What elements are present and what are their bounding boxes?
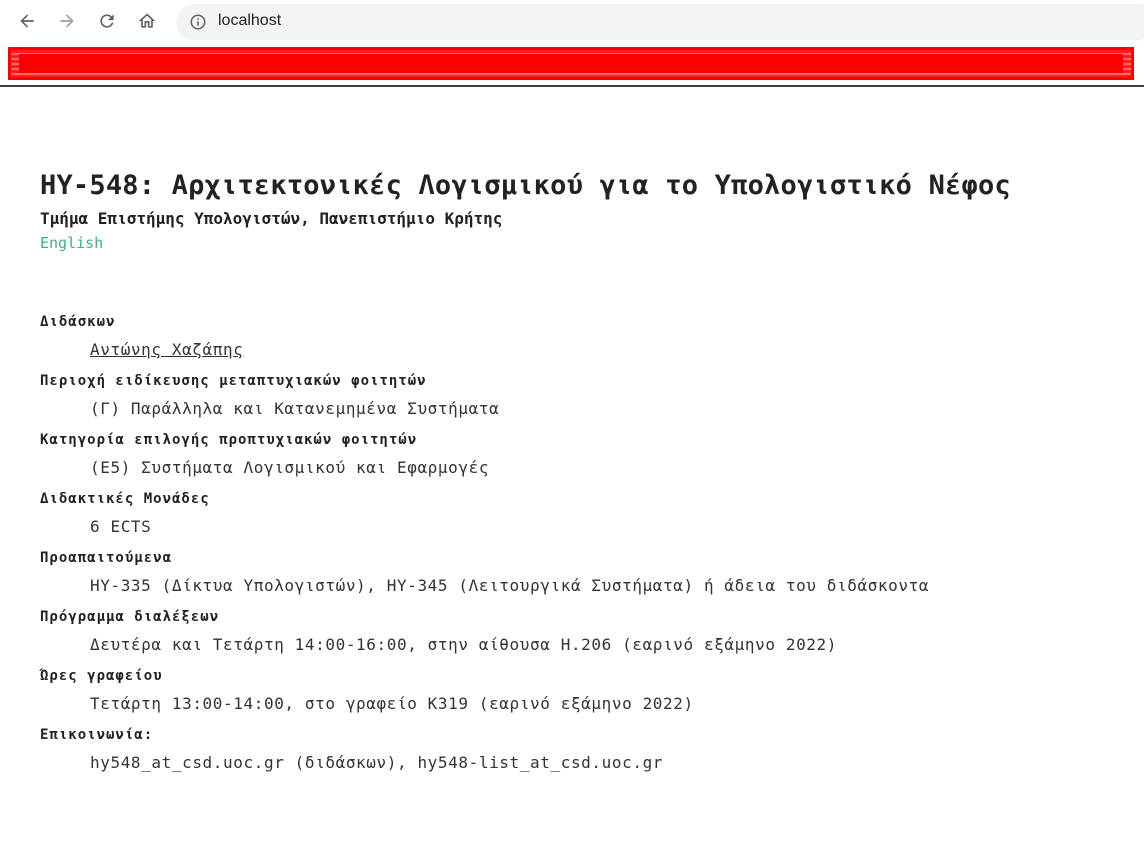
forward-button[interactable]: [54, 8, 80, 34]
prerequisites-label: Προαπαιτούμενα: [40, 550, 173, 566]
chrome-divider: [0, 85, 1144, 87]
reload-icon: [100, 14, 114, 28]
credits-value: 6 ECTS: [90, 517, 152, 536]
department-subtitle: Τμήμα Επιστήμης Υπολογιστών, Πανεπιστήμι…: [40, 209, 503, 228]
page-title: HY-548: Αρχιτεκτονικές Λογισμικού για το…: [40, 170, 1011, 201]
undergraduate-category-value: (Ε5) Συστήματα Λογισμικού και Εφαρμογές: [90, 458, 490, 477]
home-button[interactable]: [134, 8, 160, 34]
page-content: HY-548: Αρχιτεκτονικές Λογισμικού για το…: [40, 170, 1140, 776]
undergraduate-category-label: Κατηγορία επιλογής προπτυχιακών φοιτητών: [40, 432, 418, 448]
info-icon[interactable]: [189, 13, 207, 31]
lecture-schedule-label: Πρόγραμμα διαλέξεων: [40, 609, 220, 625]
bookmarks-bar-redacted: [8, 47, 1134, 80]
instructor-label: Διδάσκων: [40, 314, 116, 330]
browser-toolbar: localhost: [0, 0, 1144, 44]
graduate-area-value: (Γ) Παράλληλα και Κατανεμημένα Συστήματα: [90, 399, 500, 418]
arrow-back-icon: [20, 14, 34, 28]
url-text: localhost: [218, 12, 282, 29]
reload-button[interactable]: [94, 8, 120, 34]
english-language-link[interactable]: English: [40, 234, 103, 252]
home-icon: [138, 13, 156, 28]
lecture-schedule-value: Δευτέρα και Τετάρτη 14:00-16:00, στην αί…: [90, 635, 837, 654]
course-info-list: Διδάσκων Αντώνης Χαζάπης Περιοχή ειδίκευ…: [40, 312, 1140, 776]
instructor-link[interactable]: Αντώνης Χαζάπης: [90, 340, 244, 359]
office-hours-value: Τετάρτη 13:00-14:00, στο γραφείο Κ319 (ε…: [90, 694, 694, 713]
address-bar[interactable]: localhost: [176, 4, 1144, 40]
prerequisites-value: HY-335 (Δίκτυα Υπολογιστών), HY-345 (Λει…: [90, 576, 930, 595]
contact-value: hy548_at_csd.uoc.gr (διδάσκων), hy548-li…: [90, 753, 664, 772]
graduate-area-label: Περιοχή ειδίκευσης μεταπτυχιακών φοιτητώ…: [40, 373, 427, 389]
contact-label: Επικοινωνία:: [40, 727, 154, 743]
arrow-forward-icon: [60, 14, 74, 28]
credits-label: Διδακτικές Μονάδες: [40, 491, 210, 507]
back-button[interactable]: [14, 8, 40, 34]
office-hours-label: Ώρες γραφείου: [40, 668, 163, 684]
instructor-value: Αντώνης Χαζάπης: [90, 337, 1140, 363]
redaction-box: [19, 54, 1123, 73]
